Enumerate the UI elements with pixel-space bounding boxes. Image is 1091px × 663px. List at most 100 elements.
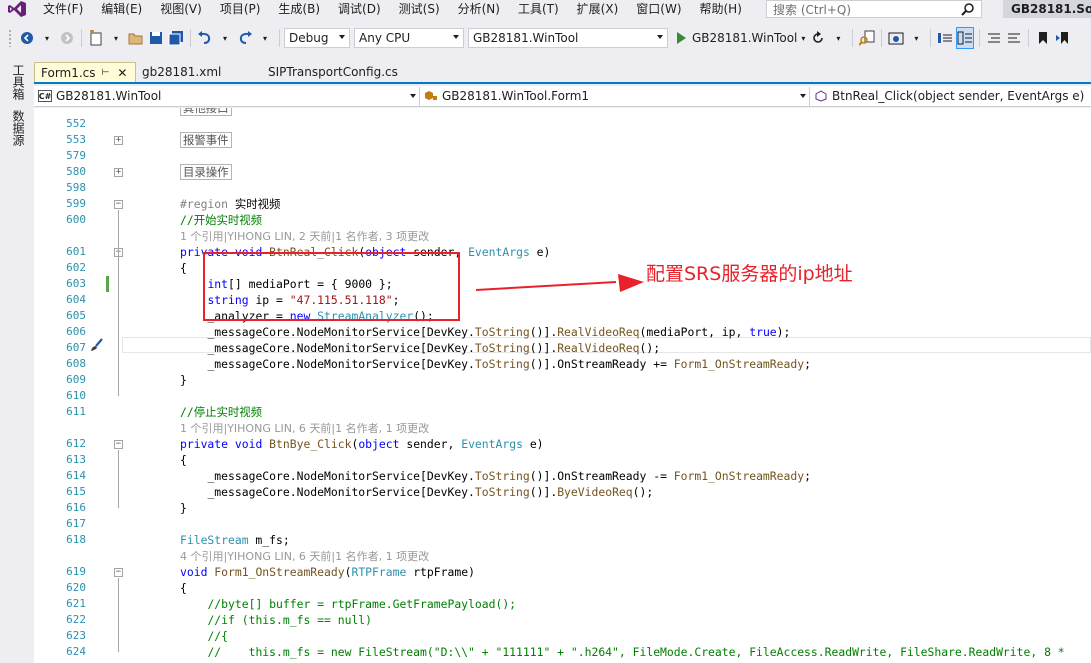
menu-item[interactable]: 扩展(X) xyxy=(568,0,628,18)
code-line: _messageCore.NodeMonitorService[DevKey.T… xyxy=(180,324,790,340)
menu-item[interactable]: 生成(B) xyxy=(269,0,329,18)
startup-project-select[interactable]: GB28181.WinTool xyxy=(468,28,668,48)
code-token: #region xyxy=(180,197,229,211)
dropdown-arrow-icon[interactable]: ▾ xyxy=(38,27,56,49)
toolbar-separator xyxy=(852,29,854,47)
code-token: EventArgs xyxy=(468,245,530,259)
line-number: 600 xyxy=(66,213,86,226)
bookmark-icon[interactable] xyxy=(1034,27,1052,49)
expand-icon[interactable]: + xyxy=(114,136,123,145)
code-token: _messageCore.NodeMonitorService[DevKey. xyxy=(207,341,475,355)
menu-item[interactable]: 测试(S) xyxy=(390,0,449,18)
code-token: ()]. xyxy=(529,485,558,499)
menu-item[interactable]: 帮助(H) xyxy=(691,0,751,18)
menu-item[interactable]: 工具(T) xyxy=(509,0,568,18)
collapsed-region-other-interfaces[interactable]: 其他接口 xyxy=(180,108,232,116)
collapse-icon[interactable]: − xyxy=(114,200,123,209)
solution-platform-value: Any CPU xyxy=(359,31,411,45)
code-token: _messageCore.NodeMonitorService[DevKey. xyxy=(207,325,475,339)
class-select[interactable]: GB28181.WinTool.Form1 xyxy=(420,86,810,106)
code-token: (); xyxy=(632,485,654,499)
line-number: 604 xyxy=(66,293,86,306)
dropdown-arrow-icon[interactable]: ▾ xyxy=(107,27,125,49)
navigation-bar: C# GB28181.WinTool GB28181.WinTool.Form1… xyxy=(34,86,1091,107)
toggle-comment-icon[interactable] xyxy=(936,27,954,49)
uncomment-lines-icon[interactable] xyxy=(1005,27,1023,49)
dropdown-arrow-icon[interactable]: ▾ xyxy=(907,27,925,49)
start-debugging-button[interactable]: GB28181.WinTool ▾ xyxy=(675,27,807,49)
code-token: RTPFrame xyxy=(351,565,407,579)
code-editor[interactable]: 其他接口 552 553 + 报警事件 579 580 + 目录操作 598 599 − #region… xyxy=(34,108,1091,663)
quick-actions-brush-icon[interactable] xyxy=(90,338,104,355)
line-number: 607 xyxy=(66,341,86,354)
pin-icon[interactable]: ⊢ xyxy=(102,68,110,78)
expand-icon[interactable]: + xyxy=(114,168,123,177)
code-line: #region 实时视频 xyxy=(180,196,280,212)
code-token: private xyxy=(180,437,229,451)
open-file-icon[interactable] xyxy=(127,27,145,49)
standard-toolbar: ▾ ▾ ▾ ▾ Debug Any CPU GB28181.WinTool GB… xyxy=(0,25,1091,51)
line-number: 612 xyxy=(66,437,86,450)
menu-item[interactable]: 文件(F) xyxy=(34,0,92,18)
project-select[interactable]: C# GB28181.WinTool xyxy=(34,86,420,106)
code-token: Form1_OnStreamReady xyxy=(214,565,345,579)
visual-studio-logo-icon[interactable] xyxy=(0,0,34,18)
code-line: // this.m_fs = new FileStream("D:\\" + "… xyxy=(180,644,1064,660)
code-token: //{ xyxy=(207,629,229,643)
save-all-icon[interactable] xyxy=(167,27,185,49)
previous-bookmark-icon[interactable] xyxy=(1054,27,1072,49)
close-icon[interactable]: ✕ xyxy=(117,66,127,80)
tab-siptransportconfig-cs[interactable]: SIPTransportConfig.cs xyxy=(262,62,440,82)
collapsed-region[interactable]: 报警事件 xyxy=(180,132,232,148)
dropdown-arrow-icon[interactable]: ▾ xyxy=(829,27,847,49)
change-marker xyxy=(106,276,109,292)
toolbar-separator xyxy=(881,29,883,47)
new-project-icon[interactable] xyxy=(87,27,105,49)
search-input[interactable]: 搜索 (Ctrl+Q) xyxy=(766,0,982,18)
tool-window-strip: 工具箱 数据源 xyxy=(0,62,34,663)
data-sources-tab[interactable]: 数据源 xyxy=(5,110,27,146)
startup-project-value: GB28181.WinTool xyxy=(473,31,579,45)
redo-icon[interactable] xyxy=(236,27,254,49)
code-line: _messageCore.NodeMonitorService[DevKey.T… xyxy=(180,356,811,372)
screenshot-icon[interactable] xyxy=(887,27,905,49)
dropdown-arrow-icon[interactable]: ▾ xyxy=(256,27,274,49)
toolbar-grip[interactable] xyxy=(8,29,12,47)
tab-gb28181-xml[interactable]: gb28181.xml xyxy=(136,62,262,82)
chevron-down-icon xyxy=(800,93,806,98)
code-token: void xyxy=(234,437,263,451)
code-token: Form1_OnStreamReady xyxy=(673,469,805,483)
code-token: m_fs; xyxy=(248,533,290,547)
line-number: 605 xyxy=(66,309,86,322)
code-token: e xyxy=(536,245,544,259)
undo-icon[interactable] xyxy=(196,27,214,49)
comment-lines-icon[interactable] xyxy=(985,27,1003,49)
code-line: } xyxy=(180,372,187,388)
line-number: 601 xyxy=(66,245,86,258)
solution-configuration-select[interactable]: Debug xyxy=(284,28,350,48)
forward-icon[interactable] xyxy=(58,27,76,49)
save-icon[interactable] xyxy=(147,27,165,49)
solution-platform-select[interactable]: Any CPU xyxy=(354,28,464,48)
line-number: 615 xyxy=(66,485,86,498)
back-icon[interactable] xyxy=(18,27,36,49)
find-in-files-icon[interactable] xyxy=(858,27,876,49)
menu-item[interactable]: 分析(N) xyxy=(449,0,509,18)
dropdown-arrow-icon[interactable]: ▾ xyxy=(216,27,234,49)
menu-item[interactable]: 编辑(E) xyxy=(92,0,151,18)
tab-form1-cs[interactable]: Form1.cs ⊢ ✕ xyxy=(34,62,136,82)
fold-guide xyxy=(118,450,119,508)
toolbox-tab[interactable]: 工具箱 xyxy=(5,64,27,100)
menu-item[interactable]: 视图(V) xyxy=(151,0,211,18)
collapse-icon[interactable]: − xyxy=(114,440,123,449)
menu-item[interactable]: 调试(D) xyxy=(329,0,390,18)
refresh-icon[interactable] xyxy=(809,27,827,49)
toggle-outline-icon[interactable] xyxy=(956,27,975,49)
menu-item[interactable]: 窗口(W) xyxy=(627,0,690,18)
code-token: true xyxy=(749,325,777,339)
menu-item[interactable]: 项目(P) xyxy=(211,0,270,18)
member-select[interactable]: BtnReal_Click(object sender, EventArgs e… xyxy=(810,87,1091,106)
code-token: object xyxy=(358,437,400,451)
collapse-icon[interactable]: − xyxy=(114,568,123,577)
collapsed-region[interactable]: 目录操作 xyxy=(180,164,232,180)
